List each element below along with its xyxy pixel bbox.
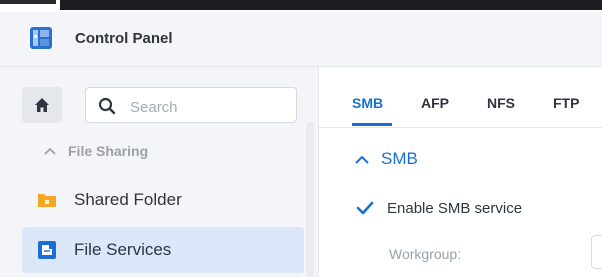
checkmark-icon [356, 201, 374, 215]
window-title: Control Panel [75, 30, 173, 47]
search-input[interactable] [128, 96, 292, 118]
file-sharing-group-header[interactable]: File Sharing [44, 143, 148, 159]
section-title: SMB [381, 149, 418, 168]
top-strip-dark-band [60, 0, 602, 10]
sidebar-item-shared-folder[interactable]: Shared Folder [22, 177, 304, 223]
tab-ftp[interactable]: FTP [553, 95, 579, 111]
tab-nfs[interactable]: NFS [487, 95, 515, 111]
sidebar-item-label: File Services [74, 240, 172, 259]
window-top-strip [0, 0, 602, 12]
control-panel-icon [30, 27, 52, 49]
enable-smb-row[interactable]: Enable SMB service [355, 198, 522, 218]
service-tabs: SMB AFP NFS FTP [319, 67, 602, 128]
sidebar-item-file-services[interactable]: File Services [22, 227, 304, 273]
chevron-up-icon [44, 147, 56, 155]
folder-icon [38, 194, 56, 207]
enable-smb-checkbox[interactable] [355, 198, 375, 218]
sidebar-item-label: Shared Folder [74, 190, 182, 209]
active-tab-indicator [352, 123, 392, 126]
sidebar: File Sharing Shared Folder File Services [0, 67, 319, 277]
chevron-up-icon [355, 155, 369, 164]
group-label: File Sharing [68, 143, 149, 159]
home-button[interactable] [22, 87, 62, 123]
title-bar: Control Panel [0, 12, 602, 67]
sidebar-scrollbar[interactable] [306, 122, 314, 277]
file-services-icon [38, 241, 56, 259]
search-box[interactable] [85, 87, 297, 123]
workgroup-label: Workgroup: [389, 246, 462, 262]
search-icon [98, 97, 116, 115]
tab-afp[interactable]: AFP [421, 95, 449, 111]
tab-smb[interactable]: SMB [352, 95, 383, 111]
workgroup-input[interactable] [591, 235, 602, 269]
smb-section-header[interactable]: SMB [355, 149, 418, 169]
enable-smb-label: Enable SMB service [387, 199, 523, 217]
home-icon [35, 98, 49, 112]
top-strip-left-shadow [0, 0, 56, 4]
main-panel: SMB AFP NFS FTP SMB Enable SMB service W… [319, 67, 602, 277]
